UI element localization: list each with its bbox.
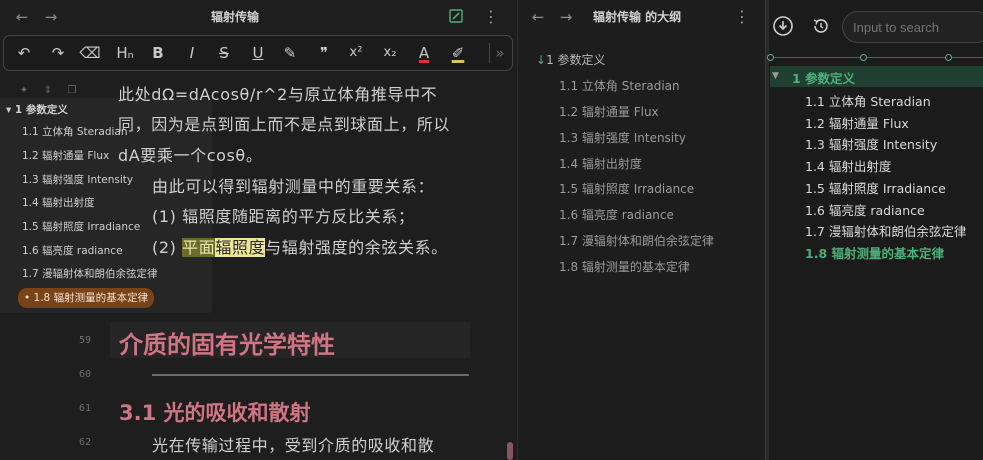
- outline-item[interactable]: 1.2 辐射通量 Flux: [559, 103, 659, 120]
- superscript-icon[interactable]: x²: [344, 41, 368, 65]
- sidebar-root[interactable]: 1 参数定义: [792, 68, 855, 87]
- editor-pane: ← → 辐射传输 ⋮ ↶ ↷ ⌫ Hₙ B I S U ✎ ❞ x² x₂ A …: [0, 0, 517, 460]
- more-options-icon[interactable]: ⋮: [734, 8, 750, 26]
- highlighted-text: 辐照度: [215, 238, 266, 257]
- sidebar-item[interactable]: 1.4 辐射出射度: [805, 156, 891, 175]
- heading-icon[interactable]: Hₙ: [112, 41, 138, 65]
- sidebar-item[interactable]: 1.5 辐射照度 Irradiance: [805, 178, 946, 197]
- line-number: 60: [78, 369, 91, 380]
- outline-popup-item[interactable]: 1.4 辐射出射度: [22, 193, 95, 213]
- outline-item[interactable]: 1.8 辐射测量的基本定律: [559, 258, 690, 275]
- back-arrow-icon[interactable]: ←: [12, 7, 32, 27]
- download-icon[interactable]: [772, 15, 794, 37]
- outline-pane: ← → 辐射传输 的大纲 ⋮ ↓1 参数定义 1.1 立体角 Steradian…: [517, 0, 765, 460]
- line-number: 59: [78, 335, 91, 346]
- body-text-line: 此处dΩ=dAcosθ/r^2与原立体角推导中不: [118, 85, 438, 104]
- toolbar-more-icon[interactable]: »: [488, 41, 512, 65]
- outline-popup-item[interactable]: 1.3 辐射强度 Intensity: [22, 170, 133, 190]
- editor-title: 辐射传输: [210, 10, 259, 24]
- underline-icon[interactable]: U: [246, 41, 270, 65]
- copy-icon[interactable]: ❐: [66, 85, 78, 97]
- editor-header: ← → 辐射传输 ⋮: [0, 0, 517, 34]
- body-text-line: (1) 辐照度随距离的平方反比关系；: [152, 207, 415, 226]
- quote-icon[interactable]: ❞: [312, 41, 336, 65]
- outline-popup-item[interactable]: 1.6 辐亮度 radiance: [22, 241, 123, 261]
- line-number: 62: [78, 437, 91, 448]
- outline-popup-item-active[interactable]: • 1.8 辐射测量的基本定律: [18, 288, 155, 308]
- format-toolbar: ↶ ↷ ⌫ Hₙ B I S U ✎ ❞ x² x₂ A ✐ »: [3, 35, 513, 71]
- outline-item[interactable]: 1.6 辐亮度 radiance: [559, 206, 674, 223]
- font-color-icon[interactable]: A: [412, 41, 436, 65]
- chevron-down-icon[interactable]: ▼: [772, 71, 779, 81]
- outline-popup-item[interactable]: 1.2 辐射通量 Flux: [22, 146, 109, 166]
- highlighter-icon[interactable]: ✎: [278, 41, 302, 65]
- scrollbar-thumb[interactable]: [507, 442, 513, 460]
- sidebar-item[interactable]: 1.2 辐射通量 Flux: [805, 113, 909, 132]
- history-icon[interactable]: [810, 15, 832, 37]
- chevron-down-icon: ↓: [536, 53, 547, 67]
- back-arrow-icon[interactable]: ←: [528, 7, 548, 27]
- pin-icon[interactable]: ✦: [18, 85, 30, 97]
- bold-icon[interactable]: B: [146, 41, 170, 65]
- outline-item[interactable]: 1.3 辐射强度 Intensity: [559, 129, 686, 146]
- outline-popup-root[interactable]: ▾ 1 参数定义: [6, 100, 68, 120]
- expand-icon[interactable]: ⇕: [42, 85, 54, 97]
- undo-icon[interactable]: ↶: [12, 41, 36, 65]
- sidebar-item-active[interactable]: 1.8 辐射测量的基本定律: [805, 243, 944, 262]
- search-input[interactable]: [842, 11, 983, 43]
- body-text-line: 同，因为是点到面上而不是点到球面上，所以: [118, 115, 451, 134]
- subscript-icon[interactable]: x₂: [378, 41, 402, 65]
- list-marker: (2): [152, 238, 183, 257]
- outline-root[interactable]: ↓1 参数定义: [536, 51, 606, 68]
- sidebar-item[interactable]: 1.6 辐亮度 radiance: [805, 200, 925, 219]
- outline-item[interactable]: 1.5 辐射照度 Irradiance: [559, 180, 694, 197]
- body-text-line: (2) 平面辐照度与辐射强度的余弦关系。: [152, 234, 448, 258]
- sidebar-divider[interactable]: [766, 0, 769, 460]
- line-number: 61: [78, 403, 91, 414]
- body-text-line: dA要乘一个cosθ。: [118, 146, 263, 165]
- redo-icon[interactable]: ↷: [46, 41, 70, 65]
- outline-item[interactable]: 1.4 辐射出射度: [559, 155, 642, 172]
- strikethrough-icon[interactable]: S: [212, 41, 236, 65]
- body-text-span: 与辐射强度的余弦关系。: [265, 238, 448, 257]
- outline-title: 辐射传输 的大纲: [593, 10, 682, 24]
- italic-icon[interactable]: I: [180, 41, 204, 65]
- outline-popup-item[interactable]: 1.7 漫辐射体和朗伯余弦定律: [22, 264, 158, 284]
- outline-item[interactable]: 1.7 漫辐射体和朗伯余弦定律: [559, 232, 714, 249]
- body-text-line: 由此可以得到辐射测量中的重要关系：: [152, 177, 435, 196]
- body-text-line: 光在传输过程中，受到介质的吸收和散: [152, 436, 435, 455]
- clear-format-icon[interactable]: ⌫: [78, 41, 102, 65]
- slider-handle[interactable]: [860, 54, 867, 61]
- slider-handle[interactable]: [945, 54, 952, 61]
- heading-2: 3.1 光的吸收和散射: [119, 401, 311, 425]
- outline-popup-item[interactable]: 1.1 立体角 Steradian: [22, 122, 128, 142]
- sidebar-item[interactable]: 1.1 立体角 Steradian: [805, 91, 931, 110]
- horizontal-rule: [152, 374, 469, 376]
- outline-item[interactable]: 1.1 立体角 Steradian: [559, 77, 680, 94]
- sidebar-item[interactable]: 1.7 漫辐射体和朗伯余弦定律: [805, 221, 966, 240]
- edit-icon[interactable]: [448, 8, 464, 24]
- background-color-icon[interactable]: ✐: [446, 41, 470, 65]
- forward-arrow-icon[interactable]: →: [41, 7, 61, 27]
- outline-popup-item[interactable]: 1.5 辐射照度 Irradiance: [22, 217, 140, 237]
- sidebar-item[interactable]: 1.3 辐射强度 Intensity: [805, 134, 937, 153]
- more-options-icon[interactable]: ⋮: [483, 8, 499, 26]
- heading-1: 介质的固有光学特性: [119, 331, 335, 359]
- slider-handle[interactable]: [767, 54, 774, 61]
- highlighted-text: 平面: [182, 238, 216, 257]
- forward-arrow-icon[interactable]: →: [556, 7, 576, 27]
